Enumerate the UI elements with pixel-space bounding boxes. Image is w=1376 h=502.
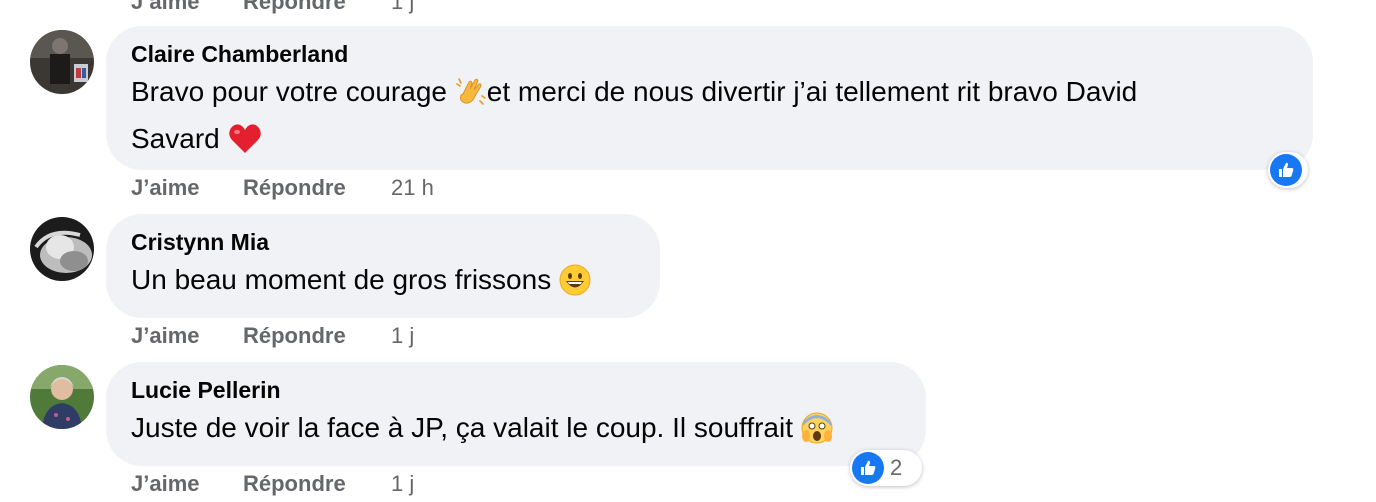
comment-timestamp[interactable]: 1 j (391, 323, 414, 349)
comment-actions: J’aime Répondre 1 j (131, 0, 414, 17)
like-icon (852, 452, 884, 484)
reply-button[interactable]: Répondre (243, 0, 391, 15)
like-button[interactable]: J’aime (131, 471, 243, 497)
avatar[interactable] (30, 365, 94, 429)
comment-timestamp[interactable]: 21 h (391, 175, 434, 201)
comment-timestamp[interactable]: 1 j (391, 0, 414, 15)
clapping-hands-emoji (455, 76, 487, 119)
comment-actions: J’aime Répondre 1 j (131, 469, 414, 499)
grinning-face-emoji (559, 264, 591, 307)
face-screaming-emoji (801, 412, 833, 455)
comment-bubble: Lucie Pellerin Juste de voir la face à J… (106, 362, 926, 466)
reaction-summary[interactable] (1268, 152, 1308, 188)
comment-author[interactable]: Cristynn Mia (131, 228, 636, 256)
comment-text: Juste de voir la face à JP, ça valait le… (131, 408, 902, 455)
like-button[interactable]: J’aime (131, 175, 243, 201)
comment-actions: J’aime Répondre 1 j (131, 321, 414, 351)
reply-button[interactable]: Répondre (243, 175, 391, 201)
comment-bubble: Cristynn Mia Un beau moment de gros fris… (106, 214, 660, 318)
comment-author[interactable]: Lucie Pellerin (131, 376, 902, 404)
comment-timestamp[interactable]: 1 j (391, 471, 414, 497)
comments-page: J’aime Répondre 1 j Claire Chamberland B… (0, 0, 1376, 502)
reply-button[interactable]: Répondre (243, 471, 391, 497)
avatar[interactable] (30, 217, 94, 281)
reply-button[interactable]: Répondre (243, 323, 391, 349)
comment-bubble: Claire Chamberland Bravo pour votre cour… (106, 26, 1313, 170)
red-heart-emoji (228, 123, 262, 166)
comment-author[interactable]: Claire Chamberland (131, 40, 1289, 68)
reaction-count: 2 (890, 455, 903, 480)
comment-actions: J’aime Répondre 21 h (131, 173, 434, 203)
like-button[interactable]: J’aime (131, 0, 243, 15)
comment-text: Un beau moment de gros frissons (131, 260, 636, 307)
avatar[interactable] (30, 30, 94, 94)
comment-text: Bravo pour votre courage et merci de nou… (131, 72, 1289, 166)
like-icon (1270, 154, 1302, 186)
like-button[interactable]: J’aime (131, 323, 243, 349)
reaction-summary[interactable]: 2 (850, 450, 922, 486)
